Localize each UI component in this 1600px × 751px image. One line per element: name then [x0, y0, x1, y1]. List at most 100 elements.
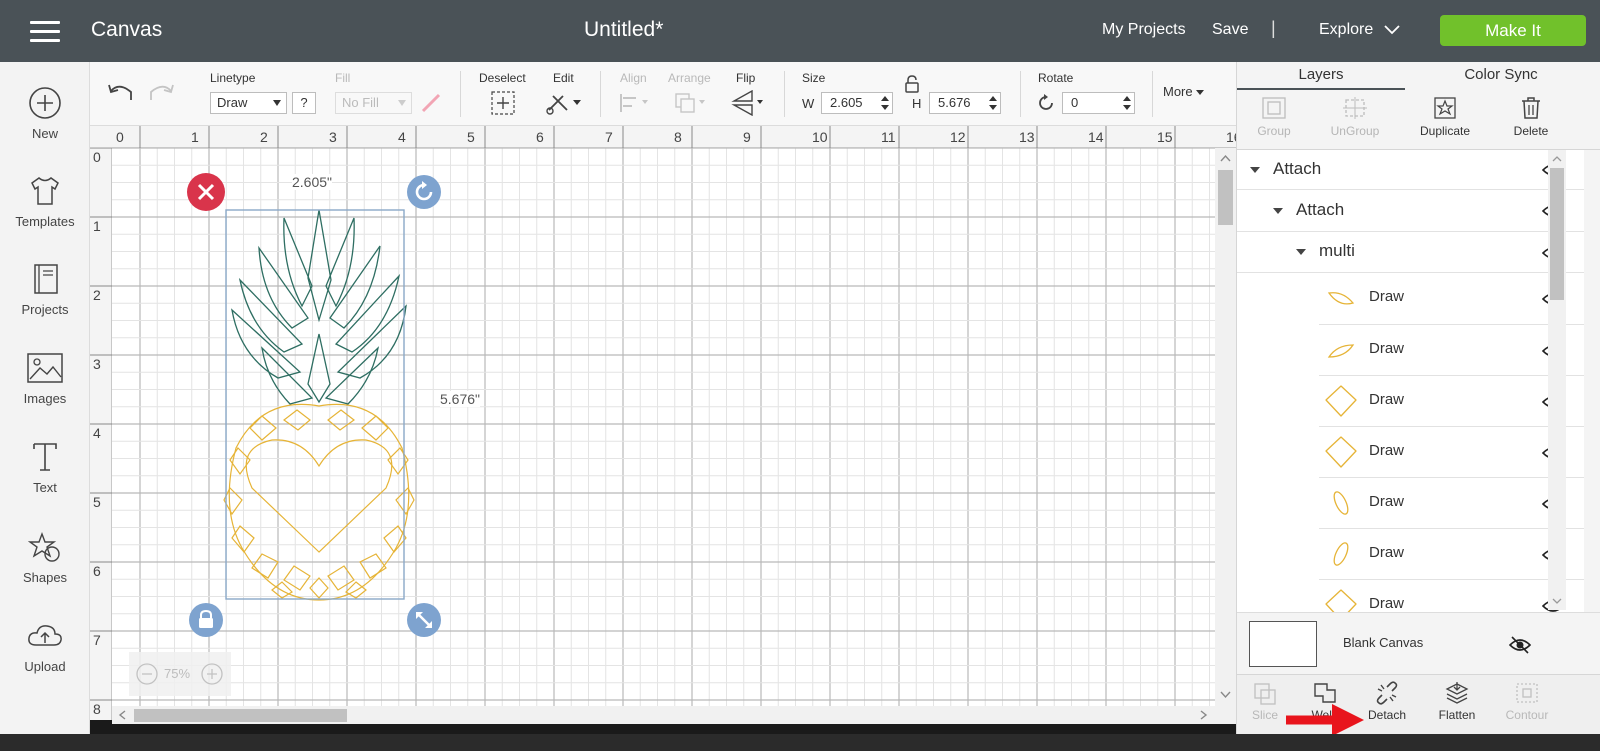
rotate-input[interactable]: 0 — [1062, 92, 1135, 114]
my-projects-link[interactable]: My Projects — [1102, 21, 1186, 39]
canvas-horizontal-scrollbar[interactable] — [112, 706, 1236, 724]
deselect-icon[interactable] — [490, 90, 516, 116]
tab-color-sync[interactable]: Color Sync — [1417, 62, 1585, 90]
group-label: Group — [1257, 124, 1291, 138]
layer-draw-row[interactable]: Draw — [1319, 325, 1584, 376]
eye-hidden-icon[interactable] — [1509, 635, 1531, 655]
stepper-icon[interactable] — [1122, 95, 1132, 111]
undo-icon[interactable] — [107, 82, 135, 104]
duplicate-icon — [1434, 97, 1456, 119]
sidebar-item-label: Templates — [15, 214, 75, 229]
app-title: Canvas — [91, 18, 163, 41]
width-input[interactable]: 2.605 — [821, 92, 893, 114]
contour-button: Contour — [1493, 681, 1561, 722]
sidebar-item-text[interactable]: Text — [0, 440, 90, 495]
ruler-tick-label: 3 — [93, 356, 101, 372]
layer-draw-row[interactable]: Draw — [1319, 273, 1584, 325]
plus-circle-icon — [29, 87, 61, 119]
layer-draw-row[interactable]: Draw — [1319, 427, 1584, 478]
layer-group-row[interactable]: Attach — [1237, 190, 1584, 232]
sidebar-item-images[interactable]: Images — [0, 351, 90, 406]
delete-label: Delete — [1513, 124, 1549, 138]
pineapple-design[interactable] — [112, 148, 1215, 720]
slice-label: Slice — [1251, 708, 1278, 722]
layer-draw-row[interactable]: Draw — [1319, 376, 1584, 427]
canvas-vertical-scrollbar[interactable] — [1215, 148, 1236, 706]
scroll-thumb[interactable] — [1550, 168, 1564, 300]
ruler-tick-label: 9 — [743, 129, 751, 145]
lock-proportions-icon[interactable] — [904, 75, 920, 93]
sidebar-item-upload[interactable]: Upload — [0, 619, 90, 674]
lock-handle-icon[interactable] — [188, 602, 224, 638]
edit-scissors-icon[interactable] — [545, 90, 583, 116]
resize-handle-icon[interactable] — [406, 602, 442, 638]
layer-group-row[interactable]: Attach — [1237, 150, 1584, 190]
canvas-thumbnail — [1249, 621, 1317, 667]
zoom-in-icon[interactable] — [200, 662, 224, 686]
tab-layers[interactable]: Layers — [1237, 62, 1405, 90]
zoom-out-icon[interactable] — [135, 662, 159, 686]
pineapple-leaves[interactable] — [231, 209, 407, 405]
ruler-tick-label: 8 — [93, 701, 101, 717]
zoom-control: 75% — [129, 652, 231, 696]
ruler-tick-label: 4 — [398, 129, 406, 145]
chevron-down-icon[interactable] — [1384, 22, 1400, 38]
flatten-label: Flatten — [1438, 708, 1476, 722]
scroll-thumb[interactable] — [1218, 170, 1233, 225]
scroll-down-icon[interactable] — [1548, 594, 1566, 608]
delete-button[interactable]: Delete — [1491, 96, 1571, 138]
layer-draw-row[interactable]: Draw — [1319, 478, 1584, 529]
height-input[interactable]: 5.676 — [929, 92, 1001, 114]
scroll-right-icon[interactable] — [1196, 706, 1210, 724]
layer-label: Attach — [1296, 200, 1345, 219]
sidebar-item-templates[interactable]: Templates — [0, 174, 90, 229]
explore-link[interactable]: Explore — [1319, 21, 1373, 39]
layers-scrollbar[interactable] — [1548, 150, 1566, 610]
vertical-ruler: 0 1 2 3 4 5 6 7 8 — [90, 147, 112, 720]
ruler-tick-label: 8 — [674, 129, 682, 145]
caret-down-icon[interactable] — [1250, 167, 1260, 173]
flip-icon[interactable] — [728, 90, 766, 116]
linetype-select[interactable]: Draw — [210, 92, 287, 114]
scroll-thumb[interactable] — [134, 709, 347, 722]
scroll-up-icon[interactable] — [1215, 152, 1236, 166]
fill-value: No Fill — [342, 95, 379, 110]
layer-draw-row[interactable]: Draw — [1319, 529, 1584, 580]
design-canvas[interactable]: 2.605" 5.676" — [112, 148, 1215, 720]
stepper-icon[interactable] — [880, 95, 890, 111]
panel-tabs: Layers Color Sync — [1237, 62, 1600, 90]
flip-label: Flip — [736, 71, 756, 85]
scroll-left-icon[interactable] — [116, 706, 130, 724]
caret-down-icon[interactable] — [1296, 249, 1306, 255]
caret-down-icon[interactable] — [1273, 208, 1283, 214]
delete-handle-icon[interactable] — [186, 172, 226, 212]
pineapple-fruit[interactable] — [223, 403, 415, 601]
duplicate-button[interactable]: Duplicate — [1405, 96, 1485, 138]
layer-label: Draw — [1369, 493, 1405, 510]
shapes-icon — [28, 532, 60, 562]
rotate-handle-icon[interactable] — [406, 174, 442, 210]
hamburger-menu-icon[interactable] — [30, 21, 60, 42]
make-it-button[interactable]: Make It — [1440, 15, 1586, 46]
layer-label: multi — [1319, 241, 1355, 260]
layer-label: Draw — [1369, 442, 1405, 459]
scroll-up-icon[interactable] — [1548, 152, 1566, 166]
sidebar-item-label: New — [31, 126, 58, 141]
nav-separator: | — [1271, 18, 1276, 38]
linetype-help-button[interactable]: ? — [292, 92, 316, 114]
sidebar-item-projects[interactable]: Projects — [0, 262, 90, 317]
flatten-button[interactable]: Flatten — [1423, 681, 1491, 722]
layer-group-row[interactable]: multi — [1237, 232, 1584, 273]
sidebar-item-shapes[interactable]: Shapes — [0, 530, 90, 585]
ruler-tick-label: 10 — [812, 129, 828, 145]
document-title[interactable]: Untitled* — [584, 18, 663, 42]
sidebar-item-new[interactable]: New — [0, 86, 90, 141]
more-button[interactable]: More — [1163, 84, 1205, 99]
ruler-tick-label: 1 — [191, 129, 199, 145]
save-link[interactable]: Save — [1212, 21, 1248, 39]
blank-canvas-row[interactable]: Blank Canvas — [1237, 612, 1600, 674]
stepper-icon[interactable] — [988, 95, 998, 111]
contour-icon — [1516, 683, 1538, 703]
horizontal-ruler-ticks: 012345678910111213141516 — [116, 126, 1245, 148]
ruler-tick-label: 1 — [93, 218, 101, 234]
